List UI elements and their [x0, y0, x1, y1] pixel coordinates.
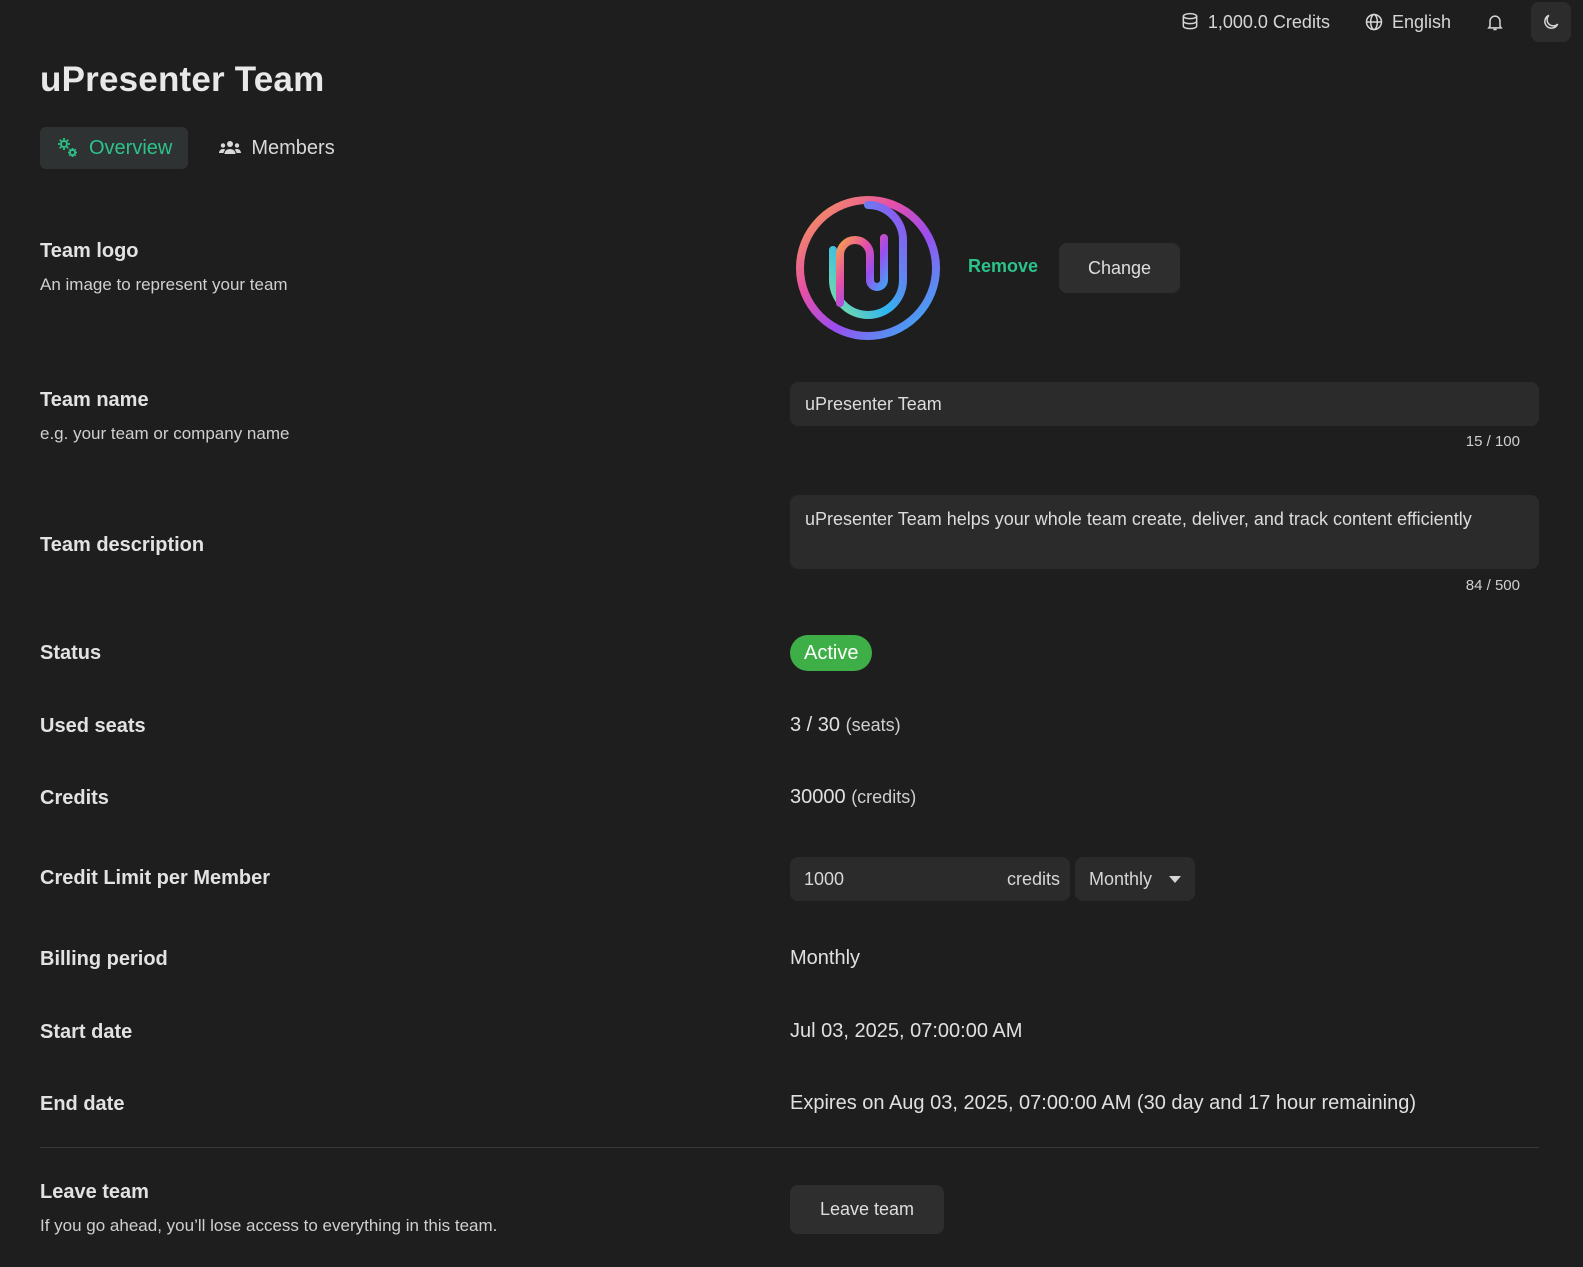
status-badge: Active	[790, 635, 873, 671]
status-label-group: Status	[40, 642, 101, 665]
team-name-subtitle: e.g. your team or company name	[40, 424, 290, 443]
change-logo-button[interactable]: Change	[1059, 243, 1180, 293]
team-logo-label-group: Team logo An image to represent your tea…	[40, 240, 288, 295]
team-description-title: Team description	[40, 534, 205, 556]
end-date-title: End date	[40, 1093, 125, 1115]
used-seats-value: 3 / 30	[790, 714, 841, 736]
credits-value: 30000	[790, 786, 846, 808]
billing-period-label-group: Billing period	[40, 948, 168, 971]
moon-icon	[1544, 14, 1559, 29]
language-selector[interactable]: English	[1364, 12, 1451, 33]
used-seats-unit: (seats)	[845, 715, 901, 735]
language-text: English	[1391, 11, 1451, 32]
credit-limit-label-group: Credit Limit per Member	[40, 867, 270, 890]
billing-period-title: Billing period	[40, 948, 168, 970]
team-name-title: Team name	[40, 389, 149, 411]
tab-bar: Overview Members	[40, 127, 351, 169]
credits-value-group: 30000 (credits)	[790, 786, 916, 809]
credits-text: 1,000.0 Credits	[1207, 11, 1330, 32]
theme-toggle-button[interactable]	[1531, 2, 1571, 42]
remove-logo-link[interactable]: Remove	[968, 256, 1038, 277]
credits-unit: (credits)	[851, 787, 917, 807]
start-date-label-group: Start date	[40, 1021, 132, 1044]
credits-label-group: Credits	[40, 787, 109, 810]
team-name-label-group: Team name e.g. your team or company name	[40, 389, 289, 444]
start-date-value: Jul 03, 2025, 07:00:00 AM	[790, 1020, 1023, 1042]
credit-limit-unit: credits	[1006, 868, 1060, 889]
section-divider	[40, 1147, 1539, 1148]
used-seats-label-group: Used seats	[40, 715, 146, 738]
team-description-counter: 84 / 500	[1465, 577, 1520, 594]
page-title: uPresenter Team	[40, 60, 325, 99]
leave-team-button[interactable]: Leave team	[790, 1185, 944, 1234]
team-name-counter: 15 / 100	[1465, 433, 1520, 450]
top-bar: 1,000.0 Credits English	[1146, 0, 1583, 44]
leave-team-title: Leave team	[40, 1181, 149, 1203]
leave-team-subtitle: If you go ahead, you’ll lose access to e…	[40, 1216, 498, 1235]
credit-limit-input[interactable]: 1000 credits	[790, 857, 1070, 901]
used-seats-title: Used seats	[40, 715, 146, 737]
credit-limit-value: 1000	[804, 868, 845, 889]
end-date-label-group: End date	[40, 1093, 124, 1116]
team-settings-page: 1,000.0 Credits English uPresenter Team	[0, 0, 1583, 1267]
tab-members[interactable]: Members	[202, 127, 350, 169]
bell-icon	[1487, 15, 1503, 31]
team-logo-subtitle: An image to represent your team	[40, 275, 288, 294]
status-title: Status	[40, 642, 102, 664]
users-icon	[219, 141, 242, 154]
tab-overview-label: Overview	[89, 136, 173, 159]
team-description-label-group: Team description	[40, 534, 204, 557]
end-date-value: Expires on Aug 03, 2025, 07:00:00 AM (30…	[790, 1092, 1416, 1114]
credit-limit-title: Credit Limit per Member	[40, 867, 271, 889]
credits-indicator[interactable]: 1,000.0 Credits	[1180, 12, 1330, 33]
team-description-textarea[interactable]: uPresenter Team helps your whole team cr…	[790, 495, 1539, 569]
team-name-input[interactable]	[790, 382, 1539, 426]
tab-members-label: Members	[251, 136, 335, 159]
notifications-button[interactable]	[1485, 12, 1505, 32]
credit-limit-period-value: Monthly	[1089, 868, 1153, 889]
credit-limit-period-select[interactable]: Monthly	[1075, 857, 1195, 901]
billing-period-value: Monthly	[790, 947, 861, 969]
credits-title: Credits	[40, 787, 109, 809]
start-date-title: Start date	[40, 1021, 133, 1043]
tab-overview[interactable]: Overview	[40, 127, 189, 169]
globe-icon	[1365, 13, 1383, 31]
team-logo-image	[793, 193, 943, 343]
used-seats-value-group: 3 / 30 (seats)	[790, 714, 901, 737]
caret-down-icon	[1169, 875, 1181, 883]
gears-icon	[58, 138, 77, 157]
team-logo-title: Team logo	[40, 240, 139, 262]
database-icon	[1182, 12, 1198, 30]
leave-team-label-group: Leave team If you go ahead, you’ll lose …	[40, 1181, 497, 1236]
